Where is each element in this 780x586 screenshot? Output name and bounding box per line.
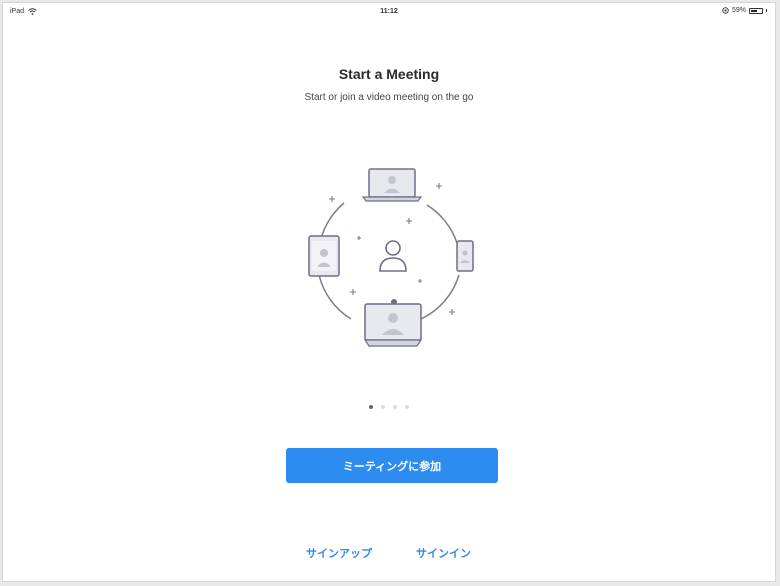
sparkle-icons (329, 183, 455, 315)
page-dot[interactable] (405, 405, 409, 409)
phone-icon (456, 240, 474, 272)
battery-percent: 59% (731, 7, 746, 14)
app-screen: iPad 11:12 59% Start a Meeting Start or … (2, 2, 776, 582)
page-title: Start a Meeting (338, 66, 440, 82)
sign-up-link[interactable]: サインアップ (306, 545, 372, 561)
status-right: 59% (722, 7, 767, 14)
page-indicator (3, 405, 775, 409)
page-subtitle: Start or join a video meeting on the go (304, 92, 474, 103)
sign-in-link[interactable]: サインイン (416, 545, 471, 561)
video-meeting-devices-icon (308, 168, 474, 347)
tablet-icon (308, 235, 340, 277)
status-time: 11:12 (380, 8, 398, 15)
join-meeting-button[interactable]: ミーティングに参加 (286, 448, 498, 483)
room-display-icon (363, 299, 423, 347)
page-dot[interactable] (369, 405, 373, 409)
status-bar: iPad 11:12 59% (3, 3, 775, 23)
laptop-icon (361, 168, 423, 202)
orientation-lock-icon (722, 7, 729, 14)
battery-fill (751, 9, 757, 12)
page-dot[interactable] (381, 405, 385, 409)
battery-tip (766, 9, 767, 12)
person-icon (379, 240, 407, 272)
battery-icon (749, 7, 763, 14)
page-dot[interactable] (393, 405, 397, 409)
